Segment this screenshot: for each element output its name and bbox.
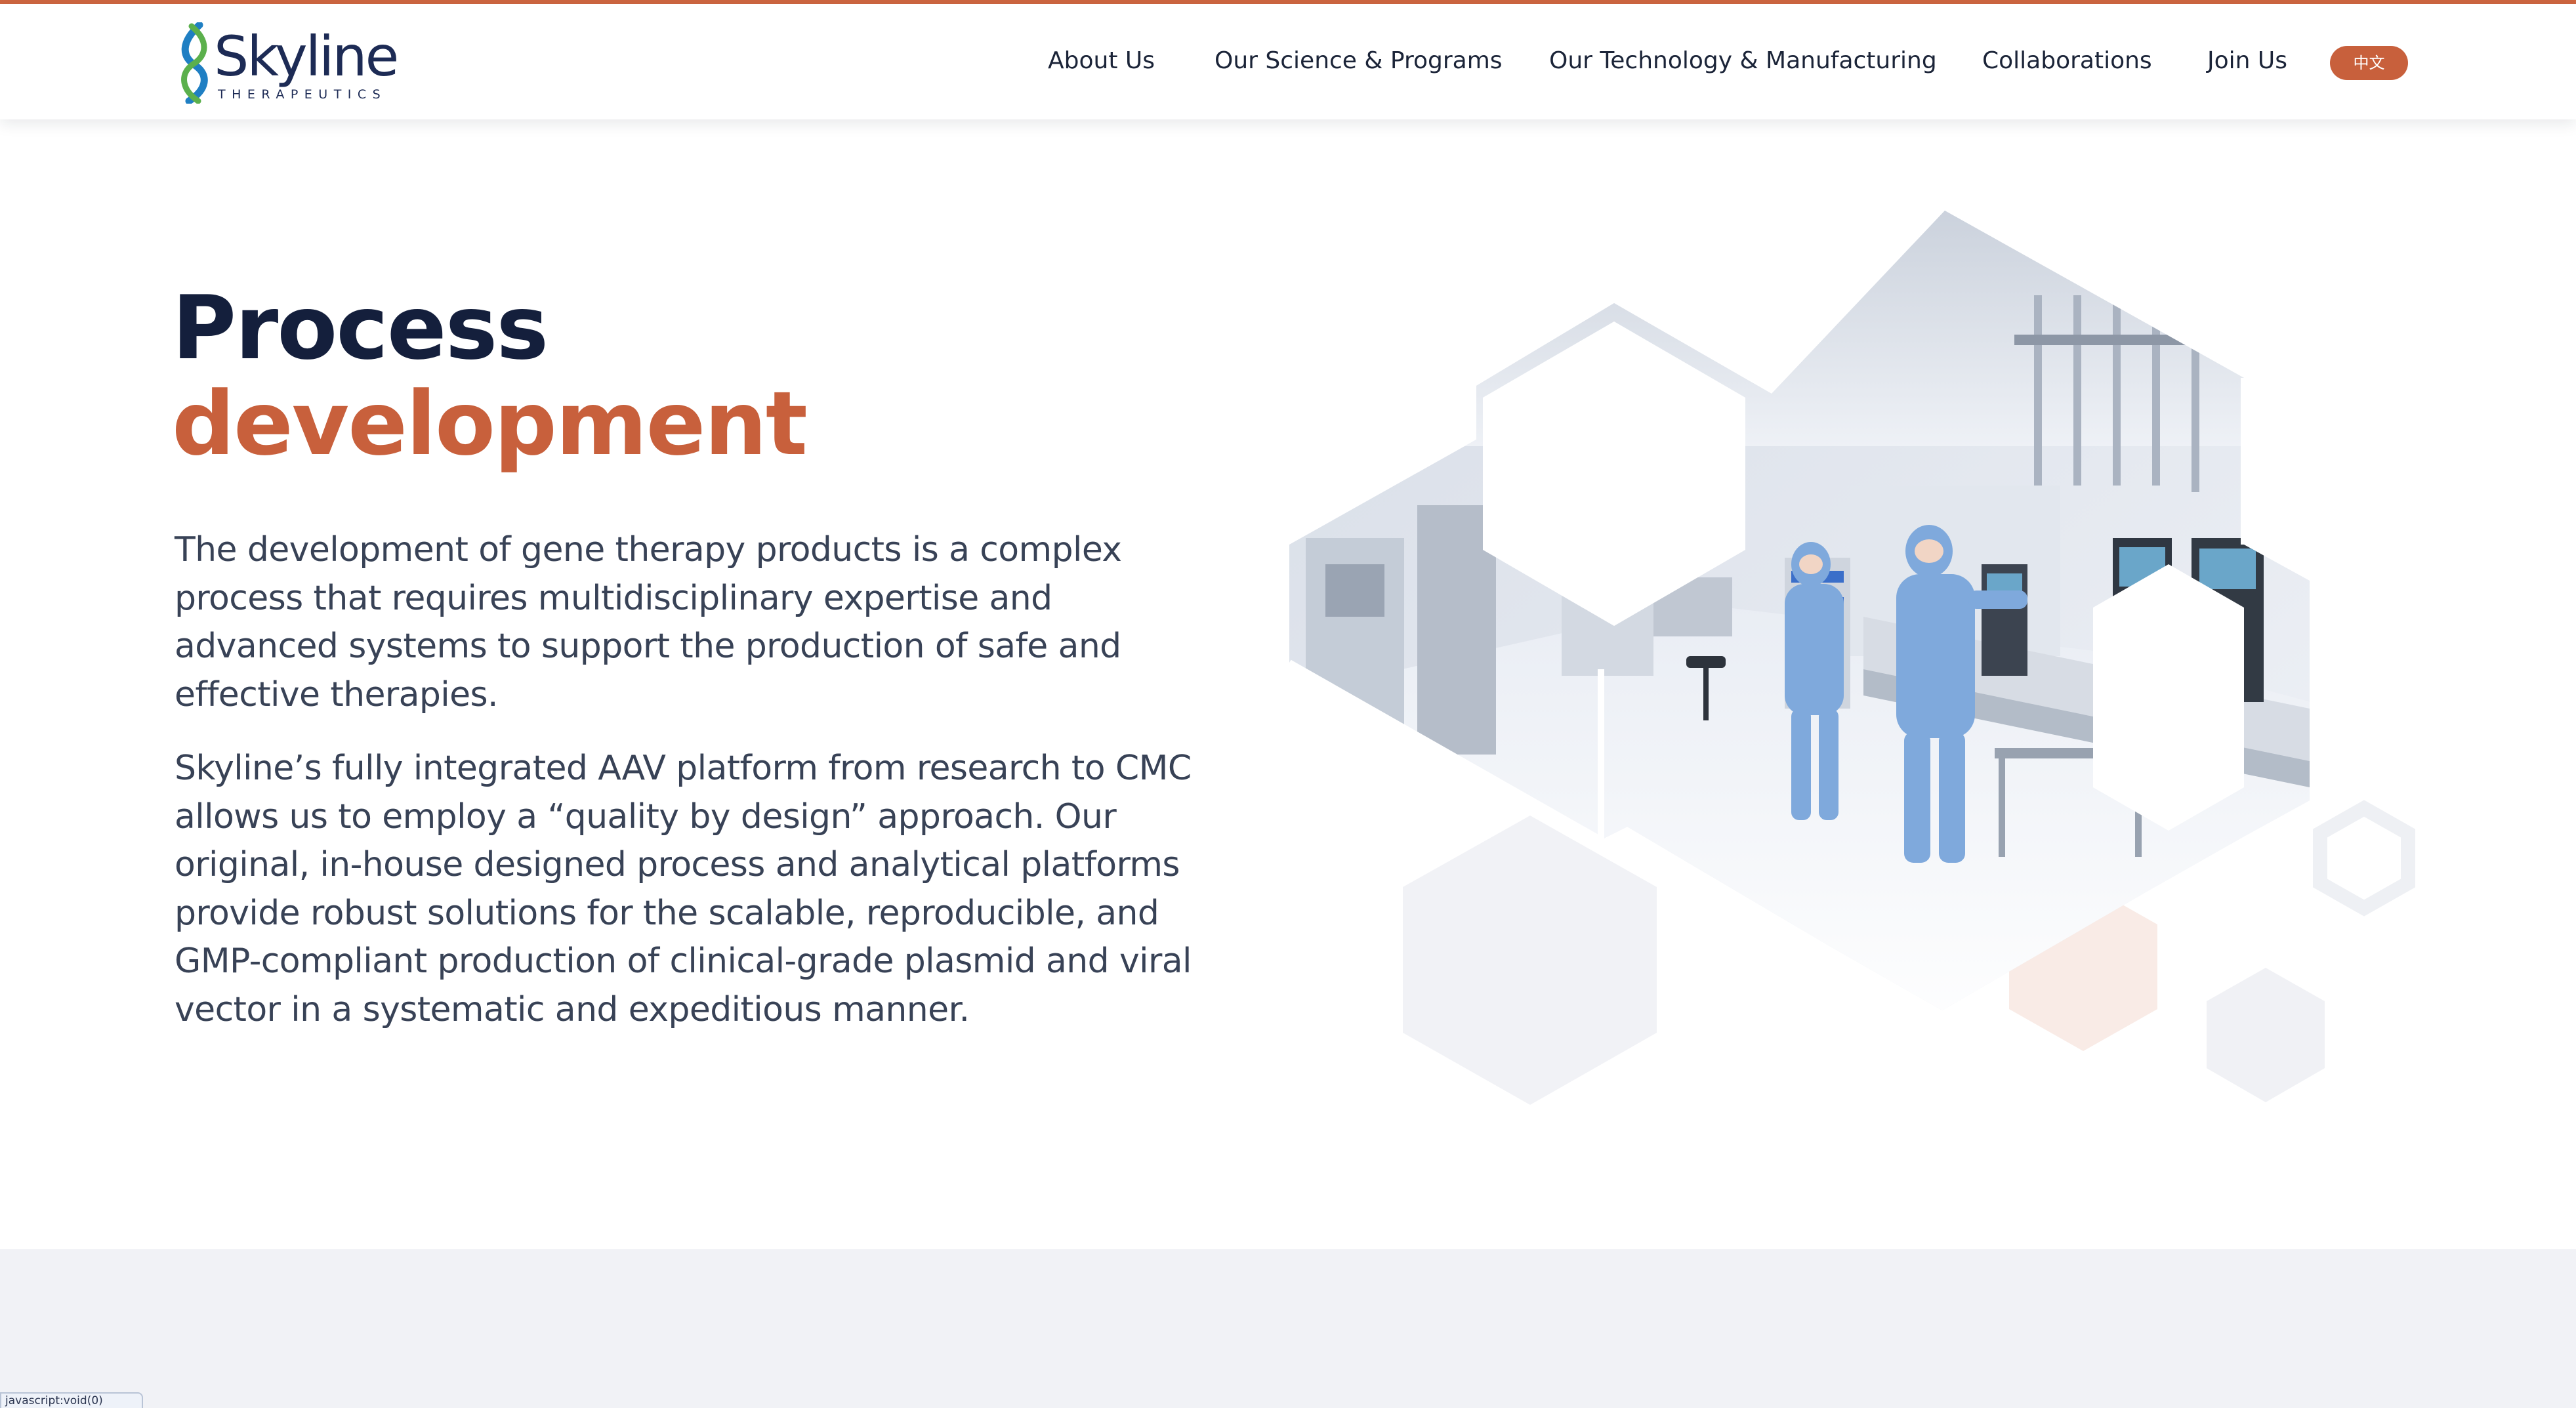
nav-technology-manufacturing[interactable]: Our Technology & Manufacturing xyxy=(1549,45,1937,77)
nav-collaborations[interactable]: Collaborations xyxy=(1982,45,2152,77)
nav-science-programs[interactable]: Our Science & Programs xyxy=(1215,45,1503,77)
intro-paragraph: The development of gene therapy products… xyxy=(175,530,1122,714)
next-section-band xyxy=(0,1249,2576,1408)
main-nav: About Us Our Science & Programs Our Tech… xyxy=(0,4,2576,119)
nav-about-us[interactable]: About Us xyxy=(1048,45,1155,77)
page-title-line-1: Process xyxy=(172,277,549,379)
lab-cleanroom-hexagon-icon xyxy=(1287,211,2415,1105)
platform-paragraph: Skyline’s fully integrated AAV platform … xyxy=(175,749,1192,1029)
page-title-line-2: development xyxy=(172,373,808,475)
site-header: Skyline THERAPEUTICS About Us Our Scienc… xyxy=(0,4,2576,119)
language-toggle-button[interactable]: 中文 xyxy=(2330,46,2408,80)
link-status-tooltip: javascript:void(0) xyxy=(0,1392,143,1408)
nav-join-us[interactable]: Join Us xyxy=(2207,45,2287,77)
